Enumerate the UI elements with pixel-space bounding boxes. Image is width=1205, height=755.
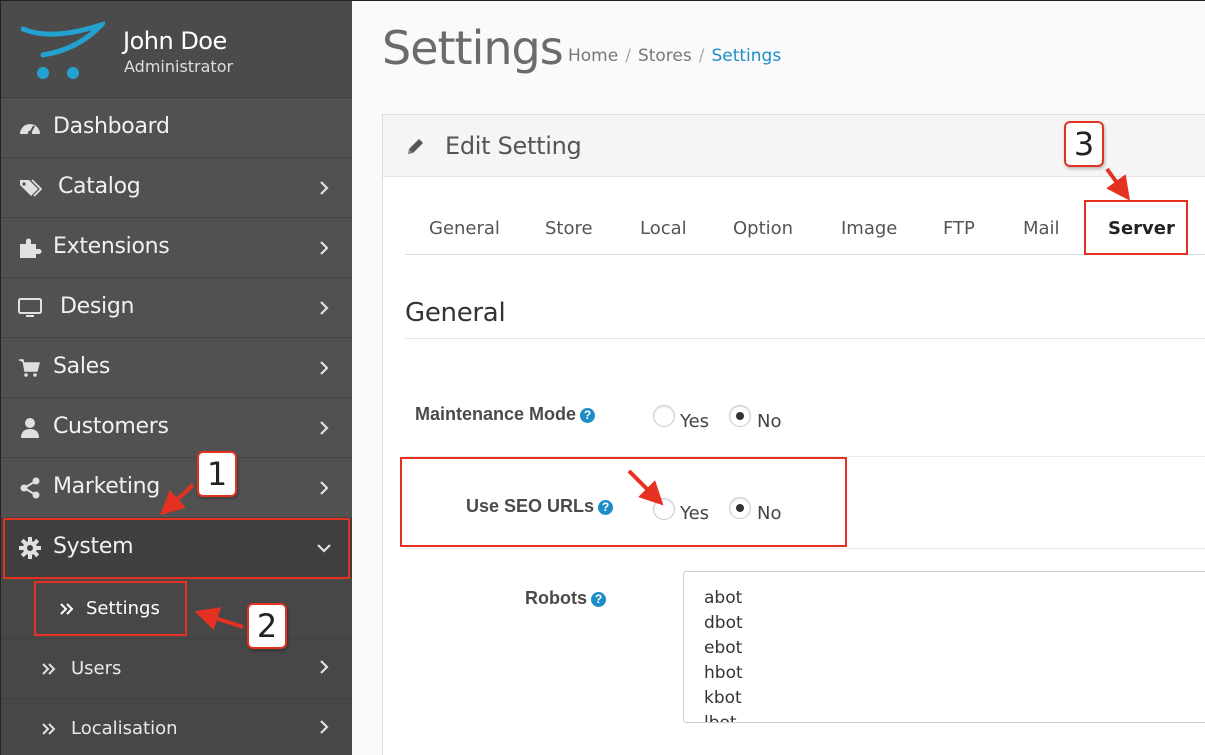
chevron-right-icon (320, 241, 329, 255)
sidebar-item-design[interactable]: Design (1, 278, 352, 338)
breadcrumb-stores[interactable]: Stores (638, 46, 692, 66)
chevron-right-icon (320, 361, 329, 375)
sidebar-item-label: Customers (53, 414, 169, 439)
robots-label: Robots? (525, 588, 606, 609)
annotation-badge-3: 3 (1064, 121, 1104, 167)
chevron-right-icon (320, 720, 329, 734)
chevron-right-icon (320, 660, 329, 674)
sidebar-item-label: Design (60, 294, 135, 319)
pencil-icon (408, 139, 423, 154)
sidebar-item-label: Extensions (53, 234, 170, 259)
sidebar-item-label: Sales (53, 354, 111, 379)
sidebar-subitem-label: Localisation (71, 718, 178, 739)
robots-line: ebot (704, 638, 743, 658)
tab-local[interactable]: Local (640, 218, 687, 239)
tab-store[interactable]: Store (545, 218, 593, 239)
highlight-server-tab (1084, 200, 1188, 255)
sidebar-item-sales[interactable]: Sales (1, 338, 352, 398)
robots-line: lbot (704, 713, 737, 723)
robots-text: Robots (525, 588, 587, 608)
user-profile[interactable]: John Doe Administrator (1, 1, 352, 98)
breadcrumb-home[interactable]: Home (568, 46, 618, 66)
tab-option[interactable]: Option (733, 218, 793, 239)
edit-setting-panel: Edit Setting General Store Local Option … (382, 114, 1205, 755)
double-chevron-right-icon (42, 723, 56, 735)
help-icon[interactable]: ? (580, 407, 596, 423)
cart-logo-icon (21, 21, 105, 79)
robots-line: abot (704, 588, 743, 608)
sidebar-item-extensions[interactable]: Extensions (1, 218, 352, 278)
robots-line: dbot (704, 613, 743, 633)
double-chevron-right-icon (42, 663, 56, 675)
sidebar-item-catalog[interactable]: Catalog (1, 158, 352, 218)
tab-image[interactable]: Image (841, 218, 897, 239)
puzzle-icon (20, 238, 42, 258)
profile-name: John Doe (123, 27, 227, 55)
profile-role: Administrator (124, 57, 234, 76)
breadcrumb-settings[interactable]: Settings (711, 46, 781, 66)
row-divider (405, 548, 1205, 549)
highlight-system (3, 518, 350, 579)
sidebar-subitem-localisation[interactable]: Localisation (1, 699, 352, 755)
breadcrumb: Home / Stores / Settings (568, 46, 782, 66)
share-icon (20, 477, 40, 499)
panel-title: Edit Setting (445, 132, 582, 160)
chevron-right-icon (320, 421, 329, 435)
tags-icon (20, 179, 42, 197)
sidebar-subitem-users[interactable]: Users (1, 639, 352, 699)
tab-ftp[interactable]: FTP (943, 218, 975, 239)
chevron-right-icon (320, 301, 329, 315)
legend-divider (405, 338, 1205, 339)
sidebar-subitem-label: Users (71, 658, 122, 679)
sidebar: John Doe Administrator Dashboard Catalog… (1, 1, 352, 755)
chevron-right-icon (320, 181, 329, 195)
sidebar-item-dashboard[interactable]: Dashboard (1, 98, 352, 158)
maintenance-no-radio[interactable] (729, 405, 751, 427)
maintenance-yes-label[interactable]: Yes (680, 411, 709, 432)
sidebar-item-label: Catalog (58, 174, 141, 199)
tab-mail[interactable]: Mail (1023, 218, 1060, 239)
cart-icon (19, 359, 40, 377)
annotation-badge-1: 1 (197, 451, 237, 497)
help-icon[interactable]: ? (591, 591, 606, 607)
sidebar-item-label: Dashboard (53, 114, 170, 139)
page-title: Settings (382, 21, 564, 75)
highlight-settings (34, 581, 187, 636)
maintenance-yes-radio[interactable] (653, 405, 675, 427)
robots-textarea[interactable]: abot dbot ebot hbot kbot lbot (683, 571, 1205, 723)
robots-line: hbot (704, 663, 743, 683)
user-icon (21, 418, 39, 438)
maintenance-mode-label: Maintenance Mode? (415, 404, 596, 425)
section-legend: General (405, 298, 506, 328)
monitor-icon (18, 298, 42, 317)
sidebar-item-marketing[interactable]: Marketing (1, 458, 352, 518)
maintenance-no-label[interactable]: No (757, 411, 781, 432)
robots-line: kbot (704, 688, 742, 708)
tab-general[interactable]: General (429, 218, 500, 239)
highlight-seo-urls (400, 457, 847, 547)
maintenance-mode-text: Maintenance Mode (415, 404, 577, 424)
sidebar-item-customers[interactable]: Customers (1, 398, 352, 458)
chevron-right-icon (320, 481, 329, 495)
annotation-badge-2: 2 (247, 603, 287, 649)
sidebar-item-label: Marketing (53, 474, 160, 499)
main-content: Settings Home / Stores / Settings Edit Setti… (352, 1, 1205, 755)
dashboard-icon (20, 124, 40, 136)
